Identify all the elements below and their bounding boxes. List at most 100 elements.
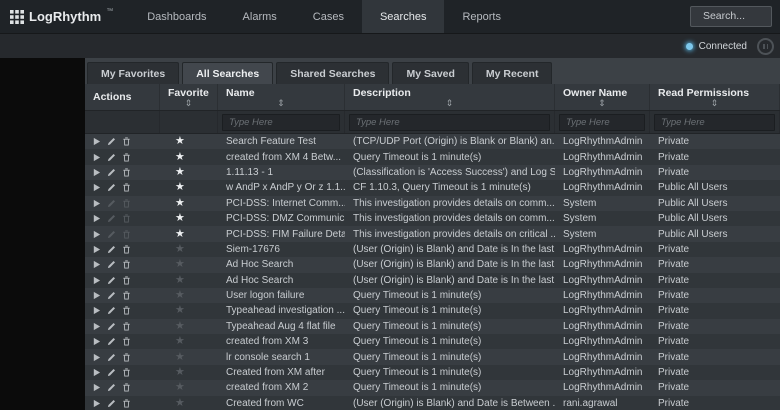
edit-icon[interactable] — [107, 168, 116, 177]
edit-icon[interactable] — [107, 276, 116, 285]
global-search-button[interactable]: Search... — [690, 6, 772, 27]
play-icon[interactable] — [92, 399, 101, 408]
delete-icon[interactable] — [122, 230, 131, 239]
play-icon[interactable] — [92, 383, 101, 392]
edit-icon[interactable] — [107, 260, 116, 269]
tab-my-saved[interactable]: My Saved — [392, 62, 468, 84]
favorite-star-icon[interactable]: ★ — [175, 336, 185, 347]
favorite-star-icon[interactable]: ★ — [175, 182, 185, 193]
play-icon[interactable] — [92, 291, 101, 300]
column-header-description[interactable]: Description⇕ — [345, 84, 555, 110]
favorite-star-icon[interactable]: ★ — [175, 213, 185, 224]
favorite-star-icon[interactable]: ★ — [175, 259, 185, 270]
play-icon[interactable] — [92, 137, 101, 146]
favorite-star-icon[interactable]: ★ — [175, 167, 185, 178]
edit-icon[interactable] — [107, 368, 116, 377]
favorite-star-icon[interactable]: ★ — [175, 244, 185, 255]
edit-icon[interactable] — [107, 230, 116, 239]
favorite-star-icon[interactable]: ★ — [175, 398, 185, 409]
nav-item-searches[interactable]: Searches — [362, 0, 444, 33]
favorite-star-icon[interactable]: ★ — [175, 382, 185, 393]
favorite-star-icon[interactable]: ★ — [175, 352, 185, 363]
delete-icon[interactable] — [122, 291, 131, 300]
edit-icon[interactable] — [107, 183, 116, 192]
nav-item-dashboards[interactable]: Dashboards — [129, 0, 224, 33]
column-header-owner-name[interactable]: Owner Name⇕ — [555, 84, 650, 110]
edit-icon[interactable] — [107, 306, 116, 315]
delete-icon[interactable] — [122, 260, 131, 269]
tab-my-favorites[interactable]: My Favorites — [87, 62, 179, 84]
column-header-read-permissions[interactable]: Read Permissions⇕ — [650, 84, 780, 110]
pause-icon[interactable] — [757, 38, 774, 55]
play-icon[interactable] — [92, 322, 101, 331]
sort-icon[interactable]: ⇕ — [345, 99, 554, 107]
nav-item-alarms[interactable]: Alarms — [225, 0, 295, 33]
connected-indicator-icon — [686, 43, 693, 50]
favorite-star-icon[interactable]: ★ — [175, 321, 185, 332]
delete-icon[interactable] — [122, 137, 131, 146]
delete-icon[interactable] — [122, 214, 131, 223]
favorite-star-icon[interactable]: ★ — [175, 229, 185, 240]
play-icon[interactable] — [92, 230, 101, 239]
delete-icon[interactable] — [122, 276, 131, 285]
edit-icon[interactable] — [107, 399, 116, 408]
delete-icon[interactable] — [122, 306, 131, 315]
column-header-name[interactable]: Name⇕ — [218, 84, 345, 110]
play-icon[interactable] — [92, 276, 101, 285]
play-icon[interactable] — [92, 168, 101, 177]
nav-item-cases[interactable]: Cases — [295, 0, 362, 33]
tab-my-recent[interactable]: My Recent — [472, 62, 553, 84]
table-row: ★PCI-DSS: DMZ Communic...This investigat… — [85, 211, 780, 226]
sort-icon[interactable]: ⇕ — [555, 99, 649, 107]
delete-icon[interactable] — [122, 183, 131, 192]
delete-icon[interactable] — [122, 322, 131, 331]
edit-icon[interactable] — [107, 291, 116, 300]
edit-icon[interactable] — [107, 383, 116, 392]
filter-input-name[interactable] — [222, 114, 340, 131]
delete-icon[interactable] — [122, 245, 131, 254]
sort-icon[interactable]: ⇕ — [650, 99, 779, 107]
favorite-star-icon[interactable]: ★ — [175, 367, 185, 378]
delete-icon[interactable] — [122, 399, 131, 408]
tab-all-searches[interactable]: All Searches — [182, 62, 273, 84]
filter-input-read-permissions[interactable] — [654, 114, 775, 131]
edit-icon[interactable] — [107, 137, 116, 146]
play-icon[interactable] — [92, 183, 101, 192]
edit-icon[interactable] — [107, 199, 116, 208]
filter-input-description[interactable] — [349, 114, 550, 131]
play-icon[interactable] — [92, 153, 101, 162]
sort-icon[interactable]: ⇕ — [160, 99, 217, 107]
play-icon[interactable] — [92, 245, 101, 254]
play-icon[interactable] — [92, 260, 101, 269]
play-icon[interactable] — [92, 353, 101, 362]
edit-icon[interactable] — [107, 214, 116, 223]
column-header-favorite[interactable]: Favorite⇕ — [160, 84, 218, 110]
filter-input-owner-name[interactable] — [559, 114, 645, 131]
delete-icon[interactable] — [122, 383, 131, 392]
play-icon[interactable] — [92, 214, 101, 223]
nav-item-reports[interactable]: Reports — [444, 0, 519, 33]
delete-icon[interactable] — [122, 199, 131, 208]
delete-icon[interactable] — [122, 153, 131, 162]
favorite-star-icon[interactable]: ★ — [175, 290, 185, 301]
favorite-star-icon[interactable]: ★ — [175, 275, 185, 286]
play-icon[interactable] — [92, 199, 101, 208]
play-icon[interactable] — [92, 306, 101, 315]
edit-icon[interactable] — [107, 337, 116, 346]
delete-icon[interactable] — [122, 168, 131, 177]
delete-icon[interactable] — [122, 337, 131, 346]
edit-icon[interactable] — [107, 353, 116, 362]
play-icon[interactable] — [92, 368, 101, 377]
delete-icon[interactable] — [122, 353, 131, 362]
favorite-star-icon[interactable]: ★ — [175, 152, 185, 163]
sort-icon[interactable]: ⇕ — [218, 99, 344, 107]
favorite-star-icon[interactable]: ★ — [175, 305, 185, 316]
favorite-star-icon[interactable]: ★ — [175, 136, 185, 147]
favorite-star-icon[interactable]: ★ — [175, 198, 185, 209]
edit-icon[interactable] — [107, 322, 116, 331]
play-icon[interactable] — [92, 337, 101, 346]
edit-icon[interactable] — [107, 245, 116, 254]
delete-icon[interactable] — [122, 368, 131, 377]
edit-icon[interactable] — [107, 153, 116, 162]
tab-shared-searches[interactable]: Shared Searches — [276, 62, 389, 84]
